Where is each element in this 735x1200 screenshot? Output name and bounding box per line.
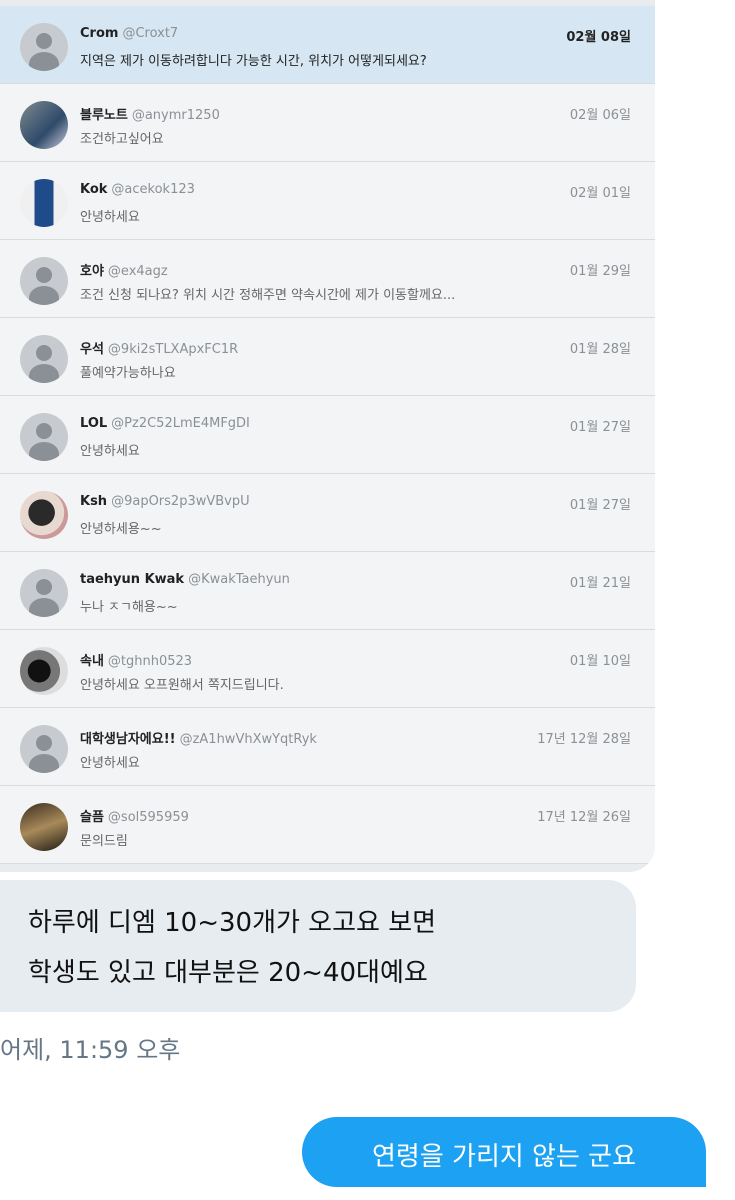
dm-date: 02월 06일: [569, 108, 631, 123]
dm-sender-name: 슬픔: [80, 810, 104, 825]
dm-message-preview: 누나 ㅈㄱ해용~~: [80, 600, 178, 615]
dm-sender-handle: @Croxt7: [122, 26, 179, 41]
dm-conversation-row[interactable]: Kok @acekok123 02월 01일안녕하세요: [0, 162, 655, 240]
dm-sender-name: 속내: [80, 654, 104, 669]
dm-sender-name: Crom: [80, 26, 119, 41]
dm-sender-handle: @acekok123: [111, 182, 195, 197]
avatar: [20, 803, 68, 851]
dm-sender-name: 호야: [80, 264, 104, 279]
dm-date: 02월 08일: [566, 30, 631, 45]
outgoing-message-text: 연령을 가리지 않는 군요: [372, 1142, 636, 1172]
default-avatar-icon: [20, 413, 68, 461]
default-avatar-icon: [20, 335, 68, 383]
avatar: [20, 491, 68, 539]
dm-message-preview: 안녕하세요: [80, 444, 140, 459]
default-avatar-icon: [20, 569, 68, 617]
dm-sender-handle: @9apOrs2p3wVBvpU: [111, 494, 250, 509]
dm-list: Crom @Croxt7 02월 08일지역은 제가 이동하려합니다 가능한 시간,…: [0, 6, 655, 866]
dm-date: 17년 12월 28일: [537, 732, 631, 747]
avatar: [20, 647, 68, 695]
default-avatar-icon: [20, 257, 68, 305]
dm-date: 01월 21일: [569, 576, 631, 591]
dm-sender-handle: @tghnh0523: [107, 654, 193, 669]
shared-screenshot[interactable]: Crom @Croxt7 02월 08일지역은 제가 이동하려합니다 가능한 시간,…: [0, 0, 655, 872]
dm-message-preview: 안녕하세요 오프원해서 쪽지드립니다.: [80, 678, 284, 693]
dm-date: 01월 27일: [569, 420, 631, 435]
dm-sender-name: 우석: [80, 342, 104, 357]
dm-date: 01월 10일: [569, 654, 631, 669]
dm-conversation-row[interactable]: 블루노트 @anymr1250 02월 06일조건하고싶어요: [0, 84, 655, 162]
outgoing-message-bubble[interactable]: 연령을 가리지 않는 군요: [302, 1117, 706, 1187]
avatar: [20, 179, 68, 227]
avatar: [20, 101, 68, 149]
dm-sender-name: taehyun Kwak: [80, 572, 185, 587]
dm-conversation-row[interactable]: 속내 @tghnh0523 01월 10일안녕하세요 오프원해서 쪽지드립니다.: [0, 630, 655, 708]
dm-sender: taehyun Kwak @KwakTaehyun: [80, 572, 290, 587]
dm-sender: LOL @Pz2C52LmE4MFgDI: [80, 416, 250, 431]
dm-message-preview: 조건 신청 되나요? 위치 시간 정해주면 약속시간에 제가 이동할께요...: [80, 288, 456, 303]
dm-conversation-row[interactable]: 슬픔 @sol595959 17년 12월 26일문의드림: [0, 786, 655, 864]
dm-sender: Crom @Croxt7: [80, 26, 178, 41]
dm-sender-name: Kok: [80, 182, 108, 197]
dm-date: 01월 28일: [569, 342, 631, 357]
dm-conversation-row[interactable]: Ksh @9apOrs2p3wVBvpU 01월 27일안녕하세용~~: [0, 474, 655, 552]
dm-sender-name: Ksh: [80, 494, 108, 509]
dm-conversation-row[interactable]: Crom @Croxt7 02월 08일지역은 제가 이동하려합니다 가능한 시간,…: [0, 6, 655, 84]
dm-sender: 호야 @ex4agz: [80, 260, 168, 279]
dm-sender-handle: @Pz2C52LmE4MFgDI: [111, 416, 250, 431]
dm-sender: Kok @acekok123: [80, 182, 195, 197]
dm-sender: 대학생남자에요!! @zA1hwVhXwYqtRyk: [80, 728, 317, 747]
dm-message-preview: 조건하고싶어요: [80, 132, 164, 147]
dm-date: 17년 12월 26일: [537, 810, 631, 825]
dm-conversation-row[interactable]: 우석 @9ki2sTLXApxFC1R 01월 28일풀예약가능하나요: [0, 318, 655, 396]
dm-sender-handle: @ex4agz: [107, 264, 168, 279]
dm-conversation-row[interactable]: LOL @Pz2C52LmE4MFgDI 01월 27일안녕하세요: [0, 396, 655, 474]
dm-conversation-row[interactable]: 대학생남자에요!! @zA1hwVhXwYqtRyk 17년 12월 28일안녕하세…: [0, 708, 655, 786]
default-avatar-icon: [20, 23, 68, 71]
dm-message-preview: 안녕하세요: [80, 210, 140, 225]
dm-sender-handle: @zA1hwVhXwYqtRyk: [179, 732, 317, 747]
dm-sender: 속내 @tghnh0523: [80, 650, 192, 669]
incoming-message-line: 학생도 있고 대부분은 20~40대예요: [28, 958, 428, 988]
dm-sender-handle: @sol595959: [107, 810, 189, 825]
dm-date: 01월 27일: [569, 498, 631, 513]
dm-sender-name: 블루노트: [80, 108, 128, 123]
dm-message-preview: 문의드림: [80, 834, 128, 849]
dm-conversation-row[interactable]: taehyun Kwak @KwakTaehyun 01월 21일누나 ㅈㄱ해용~~: [0, 552, 655, 630]
dm-conversation-row[interactable]: 호야 @ex4agz 01월 29일조건 신청 되나요? 위치 시간 정해주면 약속…: [0, 240, 655, 318]
dm-message-preview: 안녕하세요: [80, 756, 140, 771]
dm-message-preview: 안녕하세용~~: [80, 522, 162, 537]
dm-sender-name: LOL: [80, 416, 108, 431]
dm-sender: 블루노트 @anymr1250: [80, 104, 220, 123]
incoming-message-bubble[interactable]: 하루에 디엠 10~30개가 오고요 보면 학생도 있고 대부분은 20~40대…: [0, 880, 636, 1012]
dm-sender-name: 대학생남자에요!!: [80, 732, 176, 747]
dm-date: 01월 29일: [569, 264, 631, 279]
dm-sender-handle: @anymr1250: [131, 108, 220, 123]
message-timestamp: 어제, 11:59 오후: [0, 1036, 181, 1064]
dm-sender: 우석 @9ki2sTLXApxFC1R: [80, 338, 238, 357]
dm-date: 02월 01일: [569, 186, 631, 201]
dm-sender-handle: @9ki2sTLXApxFC1R: [107, 342, 239, 357]
dm-message-preview: 지역은 제가 이동하려합니다 가능한 시간, 위치가 어떻게되세요?: [80, 54, 427, 69]
dm-sender-handle: @KwakTaehyun: [188, 572, 290, 587]
default-avatar-icon: [20, 725, 68, 773]
dm-message-preview: 풀예약가능하나요: [80, 366, 176, 381]
dm-sender: Ksh @9apOrs2p3wVBvpU: [80, 494, 250, 509]
dm-sender: 슬픔 @sol595959: [80, 806, 189, 825]
incoming-message-line: 하루에 디엠 10~30개가 오고요 보면: [28, 908, 437, 938]
